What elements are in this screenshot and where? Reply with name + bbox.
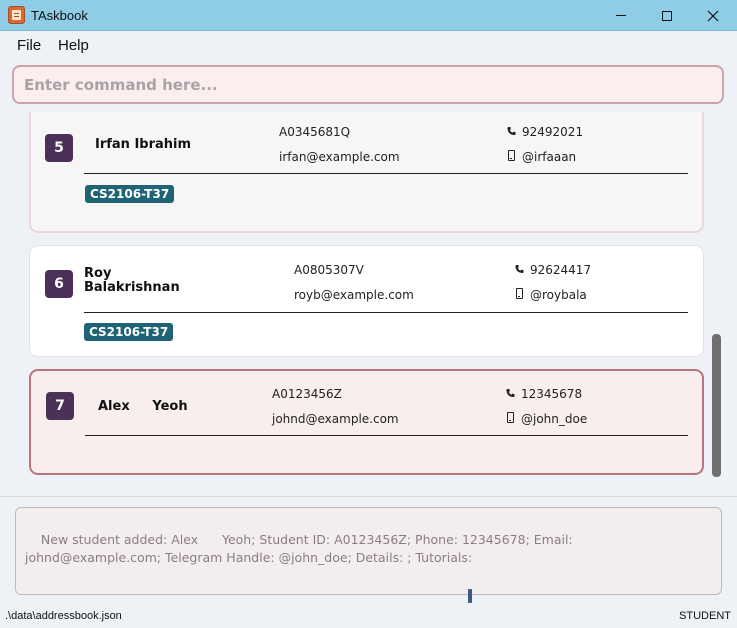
student-id: A0805307V: [294, 263, 364, 277]
student-name: Roy Balakrishnan: [84, 266, 180, 295]
list-scrollbar[interactable]: [712, 334, 721, 477]
maximize-icon: [662, 10, 672, 21]
student-telegram: @irfaaan: [522, 150, 577, 164]
student-telegram: @john_doe: [521, 412, 588, 426]
menu-file[interactable]: File: [17, 37, 41, 54]
phone-icon: [507, 126, 516, 136]
student-phone: 12345678: [521, 387, 583, 401]
card-divider: [84, 173, 688, 174]
menu-help[interactable]: Help: [58, 37, 89, 54]
student-name: Irfan Ibrahim: [95, 137, 192, 152]
result-display[interactable]: New student added: Alex Yeoh; Student ID…: [15, 507, 722, 603]
student-email: johnd@example.com: [272, 412, 399, 426]
title-bar: TAskbook: [0, 0, 737, 31]
status-bar: .\data\addressbook.json STUDENT: [0, 604, 737, 628]
mode-indicator: STUDENT: [679, 610, 731, 622]
result-message: New student added: Alex Yeoh; Student ID…: [25, 532, 577, 565]
telegram-icon: [516, 288, 523, 299]
student-name: Alex Yeoh: [98, 399, 188, 414]
student-id: A0123456Z: [272, 387, 342, 401]
phone-icon: [506, 388, 515, 398]
close-button[interactable]: [690, 0, 736, 31]
student-email: royb@example.com: [294, 288, 414, 302]
window-title: TAskbook: [31, 8, 88, 23]
student-card-selected[interactable]: 7 Alex Yeoh A0123456Z johnd@example.com …: [29, 369, 704, 475]
index-badge: 5: [45, 134, 73, 162]
phone-icon: [515, 264, 524, 274]
student-phone: 92492021: [522, 125, 584, 139]
tutorial-tag: CS2106-T37: [84, 323, 174, 341]
minimize-icon: [616, 15, 626, 16]
minimize-button[interactable]: [598, 0, 644, 31]
tutorial-tag: CS2106-T37: [85, 185, 175, 203]
data-file-path: .\data\addressbook.json: [5, 610, 122, 622]
app-icon: [8, 6, 25, 24]
index-badge: 7: [46, 392, 74, 420]
command-input[interactable]: [12, 65, 724, 104]
card-divider: [84, 312, 688, 313]
close-icon: [707, 10, 719, 21]
student-card[interactable]: 6 Roy Balakrishnan A0805307V royb@exampl…: [29, 245, 704, 357]
telegram-icon: [508, 150, 515, 161]
index-badge: 6: [45, 270, 73, 298]
text-cursor-icon: [468, 589, 472, 603]
result-panel: New student added: Alex Yeoh; Student ID…: [0, 496, 737, 603]
student-email: irfan@example.com: [279, 150, 400, 164]
student-telegram: @roybala: [530, 288, 587, 302]
student-list[interactable]: 5 Irfan Ibrahim A0345681Q irfan@example.…: [0, 112, 737, 496]
maximize-button[interactable]: [644, 0, 690, 31]
telegram-icon: [507, 412, 514, 423]
card-divider: [85, 435, 688, 436]
student-id: A0345681Q: [279, 125, 351, 139]
menu-bar: File Help: [0, 31, 737, 59]
student-phone: 92624417: [530, 263, 592, 277]
student-card[interactable]: 5 Irfan Ibrahim A0345681Q irfan@example.…: [29, 112, 704, 233]
